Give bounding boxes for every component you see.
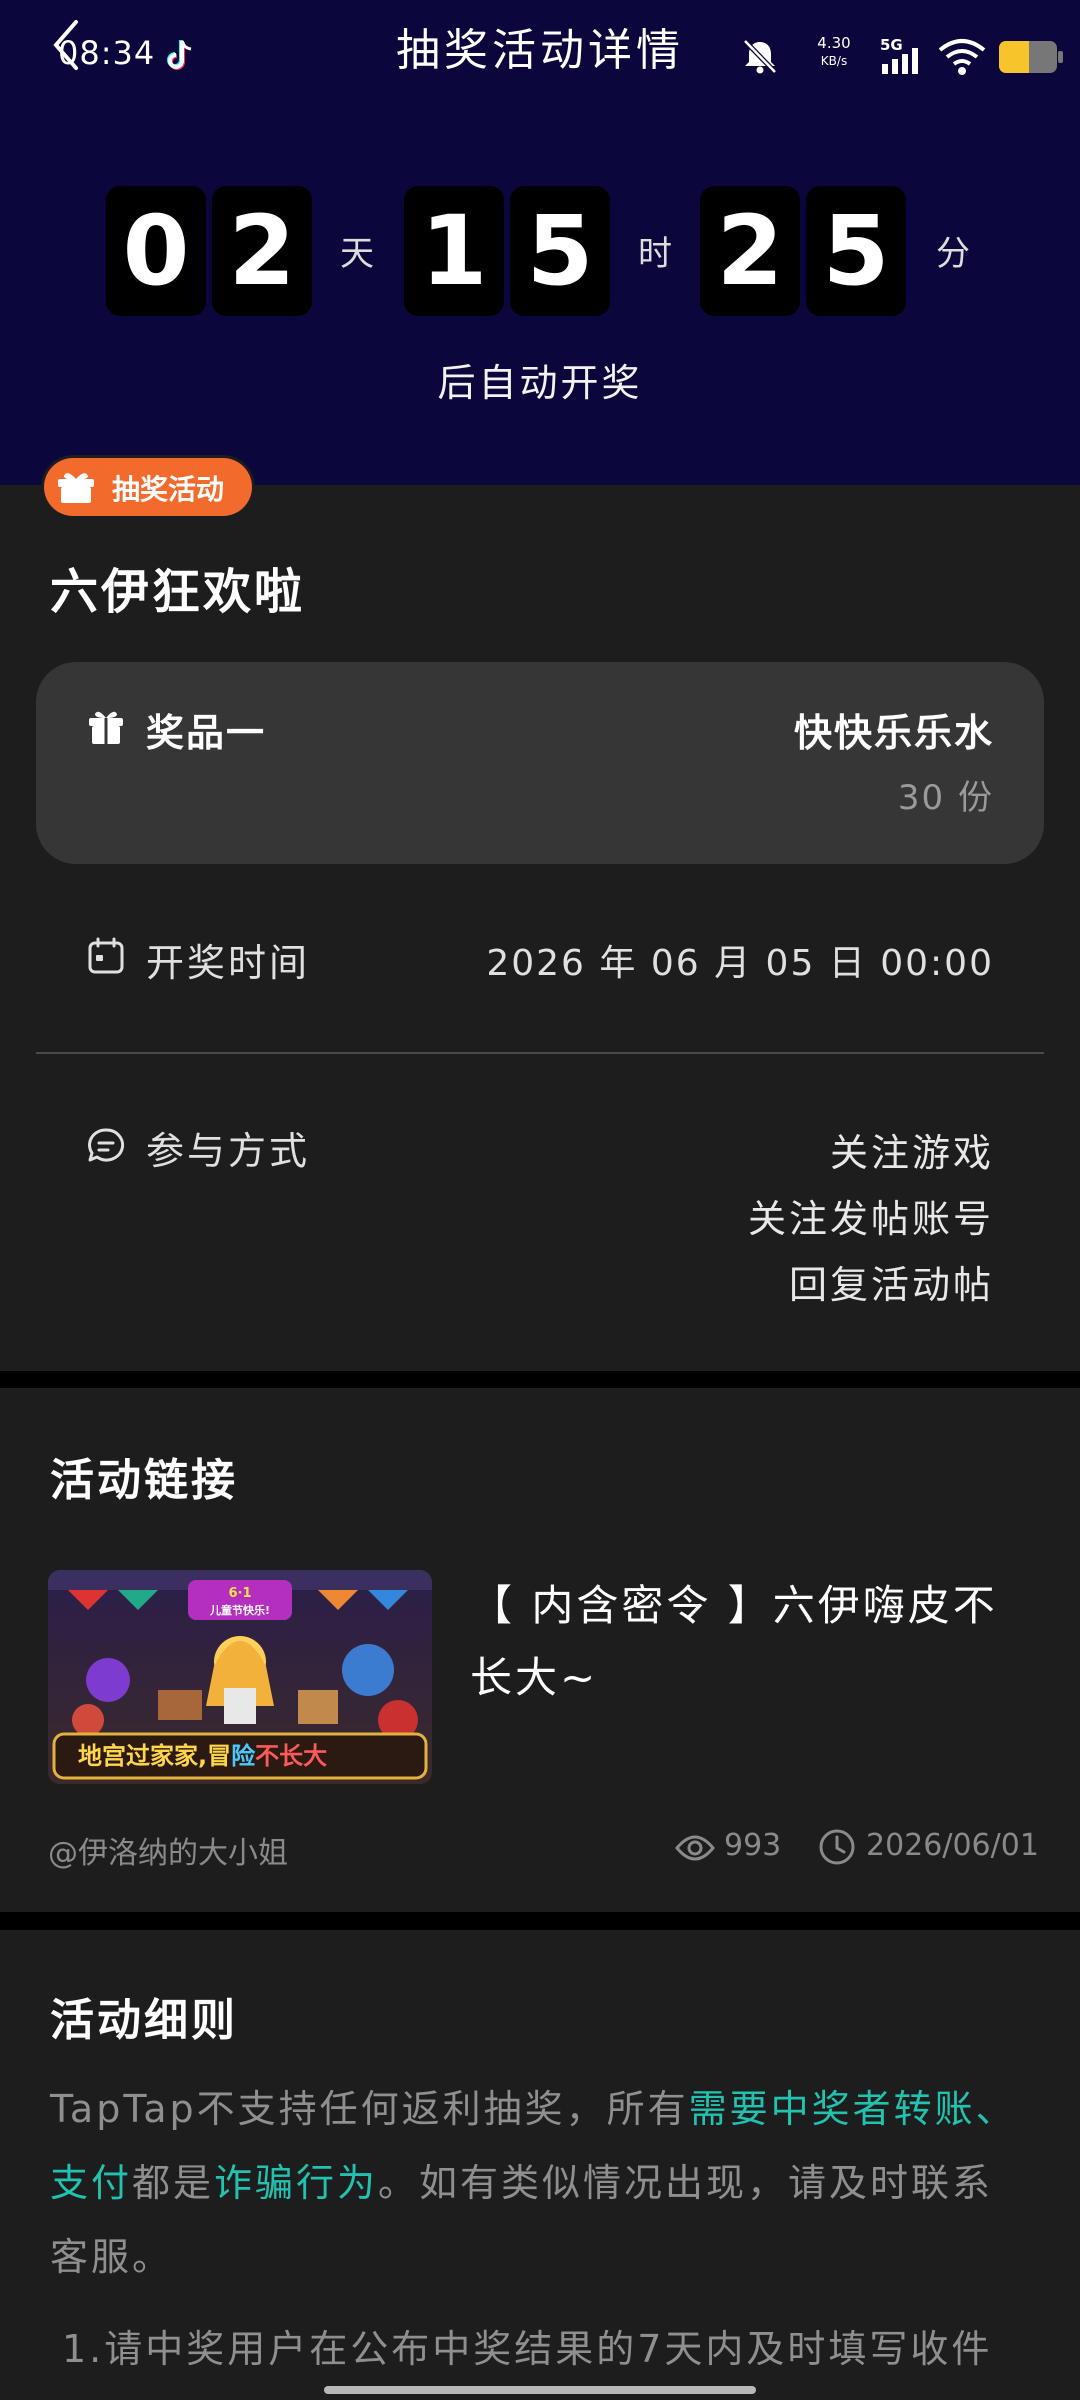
participation-label: 参与方式 — [146, 1129, 311, 1173]
rules-title: 活动细则 — [50, 1995, 238, 2046]
signal-5g-icon: 5G — [880, 36, 918, 74]
participation-methods: 关注游戏 关注发帖账号 回复活动帖 — [748, 1120, 994, 1318]
countdown-caption: 后自动开奖 — [437, 361, 643, 405]
chat-bubble-icon — [88, 1128, 125, 1162]
header: 08:34 抽奖活动详情 4.30 KB/s 5G 0 2 天 1 5 时 2 … — [0, 0, 1080, 485]
thumb-caption-b: 险 — [231, 1742, 256, 1770]
draw-time-row: 开奖时间 2026 年 06 月 05 日 00:00 — [36, 932, 1044, 992]
eye-icon — [675, 1835, 715, 1861]
thumb-caption-c: 不长大 — [255, 1742, 327, 1770]
thumbnail-image: 6·1 儿童节快乐! 地宫过家家,冒险不长大 — [48, 1570, 432, 1784]
activity-link-title: 活动链接 — [50, 1455, 238, 1506]
rules-highlight-fraud: 诈骗行为 — [214, 2161, 379, 2205]
gift-icon — [89, 711, 123, 744]
countdown: 0 2 天 1 5 时 2 5 分 — [0, 186, 1080, 316]
calendar-icon — [88, 937, 124, 974]
screen: 08:34 抽奖活动详情 4.30 KB/s 5G 0 2 天 1 5 时 2 … — [0, 0, 1080, 2400]
clock-icon — [819, 1829, 855, 1865]
day-unit: 天 — [340, 234, 374, 274]
home-indicator[interactable] — [324, 2386, 756, 2394]
post-date: 2026/06/01 — [866, 1828, 1039, 1863]
countdown-minute-digit: 5 — [806, 186, 906, 316]
draw-time-label: 开奖时间 — [146, 941, 311, 985]
event-title: 六伊狂欢啦 — [50, 564, 306, 620]
wifi-icon — [938, 39, 986, 75]
section-separator — [0, 1912, 1080, 1930]
thumb-banner-top: 6·1 — [228, 1586, 251, 1601]
view-count: 993 — [724, 1828, 782, 1863]
lottery-badge: 抽奖活动 — [44, 458, 252, 516]
method-item: 关注游戏 — [829, 1131, 994, 1175]
post-author[interactable]: @伊洛纳的大小姐 — [48, 1828, 288, 1872]
prize-name: 快快乐乐水 — [793, 711, 994, 755]
countdown-minute-digit: 2 — [700, 186, 800, 316]
countdown-day-digit: 0 — [106, 186, 206, 316]
rule-item: 1.请中奖用户在公布中奖结果的7天内及时填写收件 — [62, 2327, 993, 2371]
net-speed-value: 4.30 — [817, 34, 851, 52]
thumb-banner-sub: 儿童节快乐! — [209, 1603, 270, 1617]
activity-thumbnail[interactable]: 6·1 儿童节快乐! 地宫过家家,冒险不长大 — [48, 1570, 432, 1784]
svg-text:5G: 5G — [880, 36, 903, 54]
section-separator — [0, 1371, 1080, 1389]
rules-intro: TapTap不支持任何返利抽奖，所有需要中奖者转账、支付都是诈骗行为。如有类似情… — [50, 2072, 1030, 2294]
activity-link-post-title[interactable]: 【 内含密令 】六伊嗨皮不长大~ — [470, 1570, 1010, 1714]
net-speed-unit: KB/s — [820, 54, 848, 68]
minute-unit: 分 — [936, 234, 970, 274]
svg-text:地宫过家家,冒险不长大: 地宫过家家,冒险不长大 — [78, 1742, 327, 1770]
divider — [36, 1052, 1044, 1054]
thumb-caption-a: 地宫过家家,冒 — [78, 1742, 231, 1770]
countdown-day-digit: 2 — [212, 186, 312, 316]
prize-box: 奖品一 快快乐乐水 30 份 — [36, 662, 1044, 864]
rules-intro-text: 都是 — [132, 2161, 215, 2205]
prize-count: 30 份 — [897, 778, 994, 818]
method-item: 关注发帖账号 — [747, 1197, 994, 1241]
countdown-hour-digit: 1 — [404, 186, 504, 316]
draw-time-value: 2026 年 06 月 05 日 00:00 — [486, 943, 994, 984]
gift-icon — [58, 473, 94, 503]
bell-muted-icon — [743, 39, 777, 74]
badge-label: 抽奖活动 — [112, 473, 225, 506]
net-speed: 4.30 KB/s — [804, 34, 864, 70]
prize-label: 奖品一 — [146, 711, 267, 755]
status-icons: 4.30 KB/s 5G — [720, 24, 1080, 84]
hour-unit: 时 — [638, 234, 672, 274]
method-item: 回复活动帖 — [788, 1263, 994, 1307]
rules-intro-text: TapTap不支持任何返利抽奖，所有 — [50, 2087, 689, 2131]
battery-icon — [999, 41, 1063, 73]
countdown-hour-digit: 5 — [510, 186, 610, 316]
